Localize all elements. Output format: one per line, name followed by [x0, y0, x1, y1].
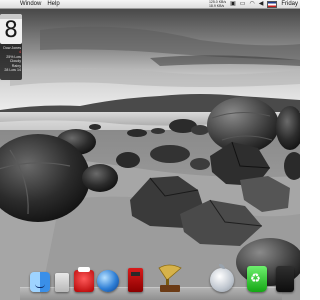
- lock-icon[interactable]: ▣: [230, 0, 236, 9]
- globe-icon[interactable]: [97, 270, 119, 292]
- input-source-flag-icon[interactable]: [267, 1, 278, 8]
- widget-line: Dow Jones: [3, 46, 21, 50]
- widget-info-text: Dow Jones 4 25% Low Cloudy Rainy 28 Low …: [0, 44, 22, 72]
- widget-line: 28 Low 14: [4, 68, 21, 73]
- phone-booth-icon[interactable]: [128, 268, 143, 292]
- menu-bar-status-area: 125.0 KB/s 18.9 KB/s ▣ ▭ ◠ ◀ Friday: [209, 0, 298, 9]
- desktop-widget[interactable]: 8 Dow Jones 4 25% Low Cloudy Rainy 28 Lo…: [0, 14, 22, 80]
- volume-icon[interactable]: ◀: [259, 0, 264, 9]
- network-download-speed: 18.9 KB/s: [208, 3, 225, 8]
- menu-bar: Window Help 125.0 KB/s 18.9 KB/s ▣ ▭ ◠ ◀…: [0, 0, 300, 9]
- files-icon[interactable]: [55, 273, 69, 292]
- menu-help[interactable]: Help: [47, 0, 59, 9]
- desktop-wallpaper: [0, 0, 300, 300]
- red-app-icon[interactable]: [74, 267, 94, 292]
- desktop: Window Help 125.0 KB/s 18.9 KB/s ▣ ▭ ◠ ◀…: [0, 0, 300, 300]
- network-speed-readout[interactable]: 125.0 KB/s 18.9 KB/s: [208, 0, 226, 8]
- menu-window[interactable]: Window: [20, 0, 41, 9]
- gramophone-graphic: [158, 264, 182, 292]
- menu-bar-items: Window Help: [20, 0, 60, 9]
- menu-bar-clock[interactable]: Friday: [281, 0, 298, 9]
- battery-icon[interactable]: ▭: [240, 0, 246, 9]
- finder-icon[interactable]: [30, 272, 50, 292]
- calendar-widget: 8: [0, 14, 22, 44]
- gramophone-icon[interactable]: [157, 264, 183, 292]
- apple-icon[interactable]: [210, 264, 234, 292]
- widget-line: Cloudy Rainy: [9, 59, 21, 68]
- dark-app-icon[interactable]: [276, 266, 294, 292]
- wifi-icon[interactable]: ◠: [249, 0, 254, 9]
- calendar-day-number: 8: [4, 18, 18, 43]
- recycle-bin-icon[interactable]: [247, 266, 267, 292]
